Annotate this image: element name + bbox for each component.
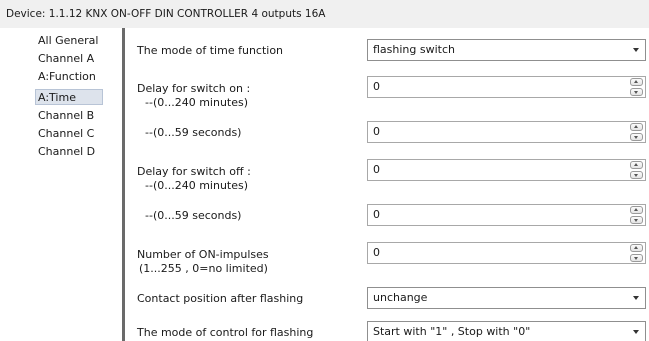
spin-up-icon[interactable] [630,123,643,131]
sidebar-item-label: A:Function [38,70,96,83]
spin-up-icon[interactable] [630,244,643,252]
time-mode-select[interactable]: flashing switch [367,39,646,61]
sidebar-item-channel-c[interactable]: Channel C [38,126,98,142]
chevron-down-icon [633,48,639,52]
delay-off-seconds-spinner [630,206,643,224]
delay-on-seconds-spinner [630,123,643,141]
time-mode-label: The mode of time function [137,44,284,57]
delay-off-seconds-value: 0 [373,208,380,221]
device-header: Device: 1.1.12 KNX ON-OFF DIN CONTROLLER… [0,0,649,28]
sidebar-item-all-general[interactable]: All General [38,33,102,49]
spin-down-icon[interactable] [630,254,643,262]
spin-up-icon[interactable] [630,206,643,214]
delay-off-seconds-label: --(0...59 seconds) [145,209,242,222]
sidebar-item-label: Channel D [38,145,96,158]
spin-down-icon[interactable] [630,133,643,141]
delay-on-minutes-value: 0 [373,80,380,93]
delay-off-minutes-input[interactable]: 0 [367,159,646,181]
chevron-down-icon [633,330,639,334]
time-mode-value: flashing switch [373,43,455,56]
on-impulses-value: 0 [373,246,380,259]
sidebar-item-label: Channel B [38,109,95,122]
delay-off-minutes-value: 0 [373,163,380,176]
parameter-window: Device: 1.1.12 KNX ON-OFF DIN CONTROLLER… [0,0,649,341]
spin-up-icon[interactable] [630,78,643,86]
delay-on-minutes-range: --(0...240 minutes) [145,96,249,109]
channel-sidebar: All General Channel A A:Function A:Time … [0,28,124,341]
control-mode-label: The mode of control for flashing [137,326,314,339]
sidebar-item-a-time[interactable]: A:Time [35,89,103,105]
delay-on-label: Delay for switch on : [137,82,251,95]
sidebar-item-label: A:Time [38,91,76,104]
contact-position-label: Contact position after flashing [137,292,304,305]
device-title: Device: 1.1.12 KNX ON-OFF DIN CONTROLLER… [6,8,326,20]
sidebar-item-a-function[interactable]: A:Function [38,69,100,85]
control-mode-select[interactable]: Start with "1" , Stop with "0" [367,321,646,341]
delay-on-seconds-label: --(0...59 seconds) [145,126,242,139]
delay-off-label: Delay for switch off : [137,165,251,178]
spin-down-icon[interactable] [630,171,643,179]
delay-on-minutes-spinner [630,78,643,96]
delay-off-minutes-spinner [630,161,643,179]
contact-position-value: unchange [373,291,428,304]
chevron-down-icon [633,296,639,300]
delay-on-seconds-input[interactable]: 0 [367,121,646,143]
sidebar-item-label: Channel C [38,127,95,140]
control-mode-value: Start with "1" , Stop with "0" [373,325,531,338]
sidebar-item-channel-b[interactable]: Channel B [38,108,98,124]
spin-up-icon[interactable] [630,161,643,169]
sidebar-item-channel-a[interactable]: Channel A [38,51,98,67]
on-impulses-input[interactable]: 0 [367,242,646,264]
delay-off-minutes-range: --(0...240 minutes) [145,179,249,192]
delay-on-seconds-value: 0 [373,125,380,138]
spin-down-icon[interactable] [630,88,643,96]
spin-down-icon[interactable] [630,216,643,224]
sidebar-item-label: All General [38,34,99,47]
delay-off-seconds-input[interactable]: 0 [367,204,646,226]
delay-on-minutes-input[interactable]: 0 [367,76,646,98]
on-impulses-label: Number of ON-impulses [137,248,269,261]
sidebar-item-label: Channel A [38,52,95,65]
contact-position-select[interactable]: unchange [367,287,646,309]
parameter-panel: The mode of time function flashing switc… [125,28,649,341]
on-impulses-spinner [630,244,643,262]
sidebar-item-channel-d[interactable]: Channel D [38,144,99,160]
on-impulses-range: (1...255 , 0=no limited) [139,262,268,275]
